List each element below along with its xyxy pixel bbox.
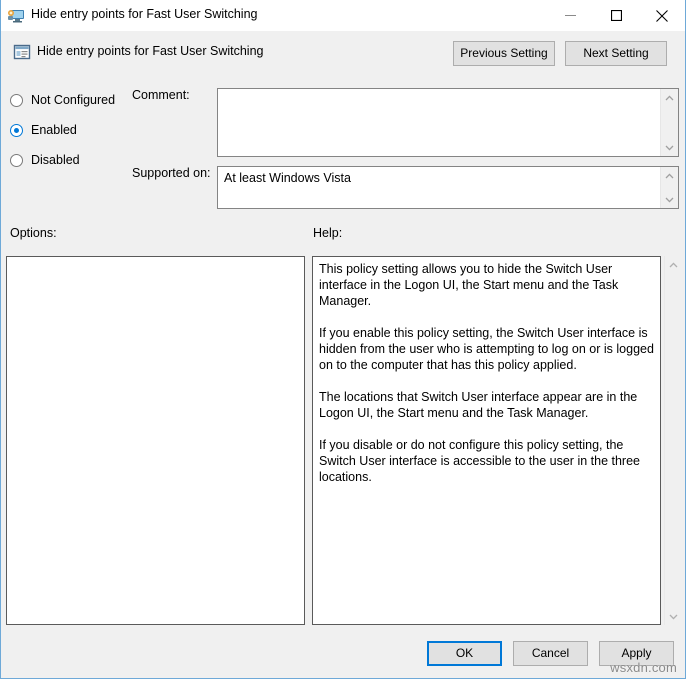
setting-title: Hide entry points for Fast User Switchin… bbox=[37, 44, 263, 58]
radio-indicator-disabled[interactable] bbox=[10, 154, 23, 167]
help-section-label: Help: bbox=[313, 226, 342, 240]
supported-on-label: Supported on: bbox=[132, 166, 211, 180]
navigation-buttons: Previous Setting Next Setting bbox=[453, 41, 667, 66]
scroll-up-icon[interactable] bbox=[665, 256, 682, 273]
help-paragraph-3: The locations that Switch User interface… bbox=[319, 389, 654, 421]
comment-label: Comment: bbox=[132, 88, 190, 102]
radio-option-not-configured[interactable]: Not Configured bbox=[10, 88, 130, 112]
close-icon bbox=[656, 10, 668, 22]
supported-on-value: At least Windows Vista bbox=[224, 171, 351, 185]
options-section-label: Options: bbox=[10, 226, 57, 240]
radio-indicator-enabled[interactable] bbox=[10, 124, 23, 137]
radio-label-enabled: Enabled bbox=[31, 123, 77, 137]
comment-scrollbar[interactable] bbox=[660, 89, 678, 156]
policy-monitor-icon bbox=[7, 7, 25, 25]
supported-on-textbox[interactable]: At least Windows Vista bbox=[217, 166, 679, 209]
window-title: Hide entry points for Fast User Switchin… bbox=[31, 7, 257, 21]
radio-label-disabled: Disabled bbox=[31, 153, 80, 167]
supported-on-scrollbar[interactable] bbox=[660, 167, 678, 208]
radio-option-disabled[interactable]: Disabled bbox=[10, 148, 130, 172]
minimize-icon bbox=[565, 10, 576, 21]
scroll-up-icon[interactable] bbox=[661, 89, 678, 106]
close-button[interactable] bbox=[639, 0, 685, 31]
watermark: wsxdn.com bbox=[610, 660, 677, 675]
help-text-body: This policy setting allows you to hide t… bbox=[319, 261, 654, 485]
previous-setting-button[interactable]: Previous Setting bbox=[453, 41, 555, 66]
radio-label-not-configured: Not Configured bbox=[31, 93, 115, 107]
maximize-icon bbox=[611, 10, 622, 21]
group-policy-setting-dialog: Hide entry points for Fast User Switchin… bbox=[0, 0, 686, 679]
policy-state-radio-group: Not Configured Enabled Disabled bbox=[10, 88, 130, 178]
help-panel: This policy setting allows you to hide t… bbox=[312, 256, 661, 625]
help-paragraph-4: If you disable or do not configure this … bbox=[319, 437, 654, 485]
help-paragraph-2: If you enable this policy setting, the S… bbox=[319, 325, 654, 373]
cancel-button[interactable]: Cancel bbox=[513, 641, 588, 666]
scroll-down-icon[interactable] bbox=[665, 608, 682, 625]
scroll-down-icon[interactable] bbox=[661, 191, 678, 208]
radio-indicator-not-configured[interactable] bbox=[10, 94, 23, 107]
setting-header: Hide entry points for Fast User Switchin… bbox=[1, 31, 685, 83]
minimize-button[interactable] bbox=[547, 0, 593, 31]
options-panel[interactable] bbox=[6, 256, 305, 625]
caption-button-group bbox=[547, 0, 685, 31]
help-paragraph-1: This policy setting allows you to hide t… bbox=[319, 261, 654, 309]
next-setting-button[interactable]: Next Setting bbox=[565, 41, 667, 66]
maximize-button[interactable] bbox=[593, 0, 639, 31]
scroll-down-icon[interactable] bbox=[661, 139, 678, 156]
help-scrollbar[interactable] bbox=[664, 256, 681, 625]
scroll-up-icon[interactable] bbox=[661, 167, 678, 184]
radio-option-enabled[interactable]: Enabled bbox=[10, 118, 130, 142]
ok-button[interactable]: OK bbox=[427, 641, 502, 666]
comment-textbox[interactable] bbox=[217, 88, 679, 157]
policy-setting-icon bbox=[13, 43, 31, 61]
title-bar: Hide entry points for Fast User Switchin… bbox=[1, 0, 685, 32]
